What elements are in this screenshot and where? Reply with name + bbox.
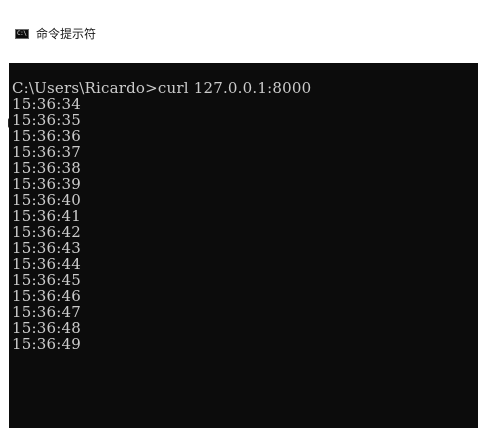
- console-line: 15:36:36: [12, 127, 81, 145]
- console-line: 15:36:42: [12, 223, 81, 241]
- console-line: 15:36:46: [12, 287, 81, 305]
- command-prompt-icon: C:\: [15, 29, 29, 39]
- window-title: 命令提示符: [36, 27, 97, 41]
- command-prompt-window: C:\ 命令提示符 C:\Users\Ricardo>curl 127.0.0.…: [0, 0, 478, 428]
- console-line: 15:36:47: [12, 303, 81, 321]
- console-line-command: C:\Users\Ricardo>curl 127.0.0.1:8000: [12, 79, 312, 97]
- console-line: 15:36:39: [12, 175, 81, 193]
- console-line: 15:36:48: [12, 319, 81, 337]
- console-line: 15:36:38: [12, 159, 81, 177]
- console-line: 15:36:44: [12, 255, 81, 273]
- command-prompt-icon-glyph: C:\: [17, 30, 27, 37]
- console-line: 15:36:49: [12, 335, 81, 353]
- console-output[interactable]: C:\Users\Ricardo>curl 127.0.0.1:8000 15:…: [9, 63, 478, 428]
- title-bar[interactable]: C:\ 命令提示符: [0, 0, 478, 62]
- console-line: 15:36:40: [12, 191, 81, 209]
- console-line: 15:36:37: [12, 143, 81, 161]
- console-line: 15:36:41: [12, 207, 81, 225]
- console-line: 15:36:43: [12, 239, 81, 257]
- console-line: 15:36:34: [12, 95, 81, 113]
- console-line: 15:36:45: [12, 271, 81, 289]
- console-line: 15:36:35: [12, 111, 81, 129]
